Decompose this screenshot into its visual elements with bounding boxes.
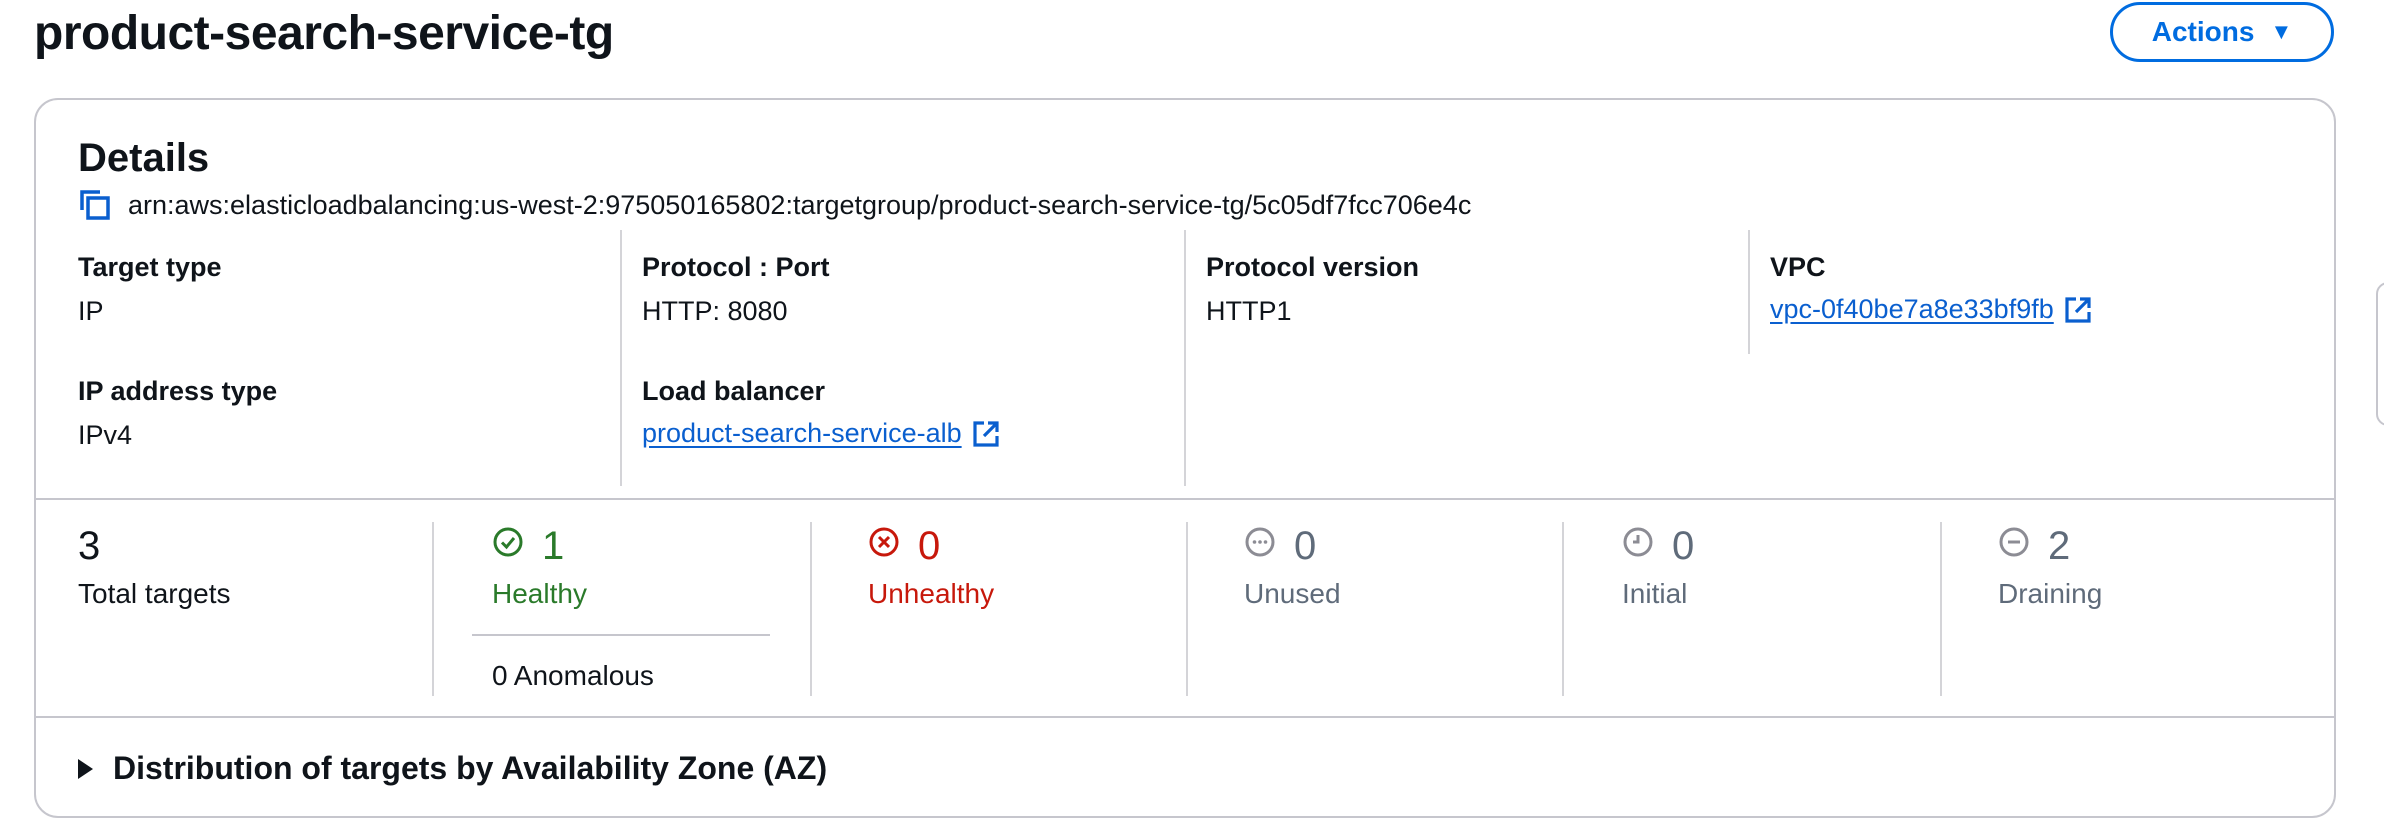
stat-divider [1940,522,1942,696]
column-divider [1748,230,1750,354]
protocol-port-label: Protocol : Port [642,252,830,282]
protocol-version-value: HTTP1 [1206,296,1292,326]
healthy-label: Healthy [492,578,587,609]
actions-label: Actions [2151,16,2255,47]
healthy-count[interactable]: 1 [542,524,564,569]
stat-divider [1562,522,1564,696]
ip-address-type-value: IPv4 [78,420,133,450]
column-divider [620,230,622,486]
arn-value: arn:aws:elasticloadbalancing:us-west-2:9… [128,189,1472,220]
target-type-value: IP [78,296,104,326]
page-title: product-search-service-tg [34,7,614,60]
external-link-icon [2065,296,2091,323]
total-targets-label: Total targets [78,578,231,609]
section-divider [36,716,2334,718]
load-balancer-value: product-search-service-alb [642,418,962,448]
distribution-label: Distribution of targets by Availability … [113,750,828,786]
draining-label: Draining [1998,578,2103,609]
draining-count[interactable]: 2 [2048,524,2070,569]
actions-button[interactable]: Actions ▼ [2110,2,2334,62]
copy-icon[interactable] [78,188,112,222]
unused-count[interactable]: 0 [1294,524,1316,569]
total-targets-count: 3 [78,524,101,568]
arn-row: arn:aws:elasticloadbalancing:us-west-2:9… [78,188,1471,222]
dots-circle-icon [1245,527,1275,557]
distribution-expander[interactable]: Distribution of targets by Availability … [78,750,827,787]
unused-label: Unused [1244,578,1341,609]
stat-divider [432,522,434,696]
target-type-label: Target type [78,252,222,282]
initial-label: Initial [1622,578,1688,609]
vpc-label: VPC [1770,252,1826,282]
healthy-divider [472,634,770,636]
vpc-link[interactable]: vpc-0f40be7a8e33bf9fb [1770,294,2092,325]
anomalous-count: 0 Anomalous [492,660,654,691]
details-card: Details arn:aws:elasticloadbalancing:us-… [34,98,2336,818]
protocol-version-label: Protocol version [1206,252,1420,282]
unhealthy-label: Unhealthy [868,578,995,609]
unhealthy-count[interactable]: 0 [918,524,940,569]
clock-circle-icon [1623,527,1653,557]
initial-count[interactable]: 0 [1672,524,1694,569]
load-balancer-link[interactable]: product-search-service-alb [642,418,1000,449]
ip-address-type-label: IP address type [78,376,278,406]
vpc-value: vpc-0f40be7a8e33bf9fb [1770,294,2054,324]
details-heading: Details [78,136,210,180]
load-balancer-label: Load balancer [642,376,826,406]
protocol-port-value: HTTP: 8080 [642,296,788,326]
external-link-icon [973,420,999,447]
stat-divider [1186,522,1188,696]
x-circle-icon [869,527,899,557]
side-panel-handle[interactable] [2376,282,2384,426]
section-divider [36,498,2334,500]
minus-circle-icon [1999,527,2029,557]
stat-divider [810,522,812,696]
column-divider [1184,230,1186,486]
caret-down-icon: ▼ [2270,19,2293,44]
caret-right-icon [78,758,93,779]
check-circle-icon [493,527,523,557]
